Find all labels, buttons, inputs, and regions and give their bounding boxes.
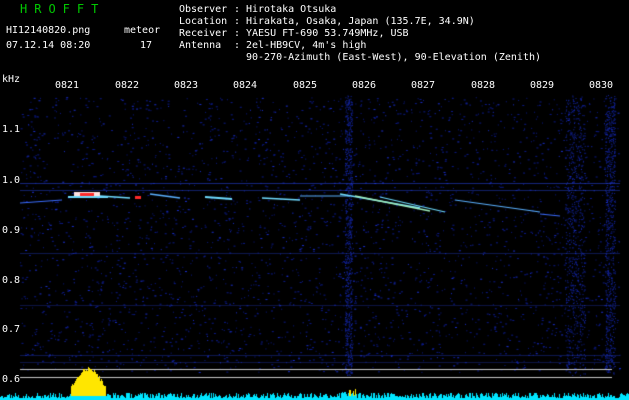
- info-value: Hirakata, Osaka, Japan (135.7E, 34.9N): [246, 16, 475, 27]
- info-row-receiver: Receiver: YAESU FT-690 53.749MHz, USB: [179, 28, 409, 39]
- y-tick-label: 0.7: [2, 324, 21, 335]
- file-name: HI12140820.png: [6, 25, 91, 36]
- info-key: Observer: [179, 4, 228, 15]
- app-title: HROFFT: [20, 2, 106, 16]
- info-key: Receiver: [179, 28, 228, 39]
- meteor-label: meteor: [124, 25, 161, 36]
- info-row-location: Location: Hirakata, Osaka, Japan (135.7E,…: [179, 16, 475, 27]
- y-tick-label: 0.9: [2, 225, 21, 236]
- info-key: Location: [179, 16, 228, 27]
- x-tick-label: 0821: [55, 80, 80, 91]
- x-tick-label: 0823: [174, 80, 199, 91]
- x-tick-label: 0825: [293, 80, 318, 91]
- date-time: 07.12.14 08:20: [6, 40, 91, 51]
- info-row-observer: Observer: Hirotaka Otsuka: [179, 4, 336, 15]
- info-value: 2el-HB9CV, 4m's high: [246, 40, 367, 51]
- x-tick-label: 0824: [233, 80, 258, 91]
- x-tick-label: 0828: [471, 80, 496, 91]
- info-separator: :: [234, 16, 241, 27]
- y-tick-label: 0.6: [2, 374, 21, 385]
- x-tick-label: 0826: [352, 80, 377, 91]
- y-tick-label: 0.8: [2, 275, 21, 286]
- info-key: Antenna: [179, 40, 222, 51]
- info-separator: :: [234, 40, 241, 51]
- x-tick-label: 0827: [411, 80, 436, 91]
- info-row-antenna: Antenna:2el-HB9CV, 4m's high: [179, 40, 366, 51]
- x-tick-label: 0822: [115, 80, 140, 91]
- meteor-count: 17: [140, 40, 153, 51]
- info-value: Hirotaka Otsuka: [246, 4, 337, 15]
- info-row-antenna-pattern: 90-270-Azimuth (East-West), 90-Elevation…: [179, 52, 541, 63]
- info-value: YAESU FT-690 53.749MHz, USB: [246, 28, 409, 39]
- info-separator: :: [234, 4, 241, 15]
- info-separator: :: [234, 28, 241, 39]
- y-axis-unit: kHz: [2, 74, 21, 85]
- y-tick-label: 1.0: [2, 175, 21, 186]
- y-tick-label: 1.1: [2, 124, 21, 135]
- x-tick-label: 0830: [589, 80, 614, 91]
- x-tick-label: 0829: [530, 80, 555, 91]
- info-value: 90-270-Azimuth (East-West), 90-Elevation…: [246, 52, 542, 63]
